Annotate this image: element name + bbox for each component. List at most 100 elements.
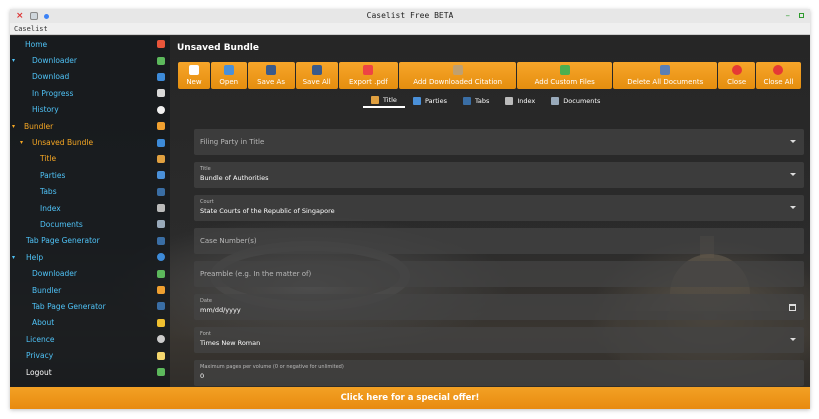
sidebar-item-label: Bundler bbox=[32, 285, 62, 295]
sidebar-item-privacy[interactable]: Privacy bbox=[10, 347, 170, 363]
toolbar-button-label: Close bbox=[727, 78, 747, 86]
documents-icon bbox=[157, 220, 165, 229]
sidebar-item-history[interactable]: History bbox=[10, 102, 170, 118]
index-icon bbox=[505, 97, 514, 105]
warning-icon bbox=[157, 318, 165, 327]
maximize-icon[interactable] bbox=[799, 13, 804, 18]
case-numbers-input[interactable]: Case Number(s) bbox=[194, 228, 804, 254]
sidebar-item-label: In Progress bbox=[32, 88, 74, 98]
sidebar-item-bundler[interactable]: Bundler bbox=[10, 282, 170, 298]
sidebar-item-logout[interactable]: Logout bbox=[10, 364, 170, 380]
logout-icon bbox=[157, 368, 165, 376]
app-window: × Caselist Free BETA – Caselist Home ▾ Dow… bbox=[10, 9, 810, 409]
sidebar-item-about[interactable]: About bbox=[10, 315, 170, 331]
date-value: mm/dd/yyyy bbox=[200, 306, 241, 314]
privacy-icon bbox=[157, 351, 165, 360]
toolbar-button-label: Save All bbox=[302, 78, 331, 86]
chevron-down-icon[interactable] bbox=[790, 140, 796, 143]
tab-title[interactable]: Title bbox=[363, 94, 405, 108]
sidebar-item-documents[interactable]: Documents bbox=[10, 216, 170, 232]
tab-tabs[interactable]: Tabs bbox=[455, 94, 497, 108]
sidebar-item-label: Logout bbox=[26, 367, 52, 377]
export-pdf-button[interactable]: Export .pdf bbox=[338, 62, 398, 89]
licence-icon bbox=[157, 335, 165, 344]
sidebar-item-in-progress[interactable]: In Progress bbox=[10, 85, 170, 101]
save-as-button[interactable]: Save As bbox=[247, 62, 295, 89]
chevron-down-icon[interactable] bbox=[790, 173, 796, 176]
sidebar-item-home[interactable]: Home bbox=[10, 36, 170, 52]
sidebar-item-label: Index bbox=[40, 203, 61, 213]
sidebar-item-parties[interactable]: Parties bbox=[10, 167, 170, 183]
close-circle-icon bbox=[731, 65, 742, 75]
bundle-icon bbox=[157, 122, 165, 131]
tab-label: Parties bbox=[424, 97, 447, 105]
chevron-down-icon[interactable] bbox=[790, 338, 796, 341]
add-files-icon bbox=[559, 65, 570, 75]
title-select[interactable]: Title Bundle of Authorities bbox=[194, 162, 804, 188]
sidebar-item-downloader[interactable]: Downloader bbox=[10, 265, 170, 281]
menu-caselist[interactable]: Caselist bbox=[10, 23, 810, 35]
calendar-icon[interactable] bbox=[789, 304, 796, 311]
filing-party-select[interactable]: Filing Party in Title bbox=[194, 129, 804, 155]
tab-label: Index bbox=[517, 97, 536, 105]
delete-all-documents-button[interactable]: Delete All Documents bbox=[613, 62, 718, 89]
sidebar-item-label: Documents bbox=[40, 219, 83, 229]
font-select[interactable]: Font Times New Roman bbox=[194, 327, 804, 353]
sidebar-item-licence[interactable]: Licence bbox=[10, 331, 170, 347]
expand-arrow-icon[interactable]: ▾ bbox=[12, 254, 15, 261]
expand-arrow-icon[interactable]: ▾ bbox=[12, 123, 15, 130]
new-button[interactable]: New bbox=[178, 62, 210, 89]
special-offer-label: Click here for a special offer! bbox=[340, 393, 480, 403]
sidebar-item-title[interactable]: Title bbox=[10, 151, 170, 167]
add-custom-files-button[interactable]: Add Custom Files bbox=[517, 62, 613, 89]
expand-arrow-icon[interactable]: ▾ bbox=[12, 57, 15, 64]
minimize-icon[interactable]: – bbox=[786, 9, 791, 23]
chevron-down-icon[interactable] bbox=[790, 206, 796, 209]
tab-index[interactable]: Index bbox=[497, 94, 543, 108]
open-button[interactable]: Open bbox=[210, 62, 247, 89]
max-pages-input[interactable]: Maximum pages per volume (0 or negative … bbox=[194, 360, 804, 386]
sidebar-item-label: Tab Page Generator bbox=[26, 236, 100, 246]
case-numbers-placeholder: Case Number(s) bbox=[200, 237, 257, 245]
preamble-input[interactable]: Preamble (e.g. In the matter of) bbox=[194, 261, 804, 287]
date-input[interactable]: Date mm/dd/yyyy bbox=[194, 294, 804, 320]
index-icon bbox=[157, 204, 165, 213]
open-folder-icon bbox=[223, 65, 234, 75]
sidebar-item-label: Download bbox=[32, 72, 70, 82]
sidebar-item-download[interactable]: Download bbox=[10, 69, 170, 85]
save-all-button[interactable]: Save All bbox=[295, 62, 338, 89]
tab-label: Tabs bbox=[474, 97, 490, 105]
sidebar-item-label: Tab Page Generator bbox=[32, 301, 106, 311]
special-offer-button[interactable]: Click here for a special offer! bbox=[10, 387, 810, 409]
title-value: Bundle of Authorities bbox=[200, 174, 269, 182]
sidebar-item-index[interactable]: Index bbox=[10, 200, 170, 216]
title-bar: × Caselist Free BETA – bbox=[10, 9, 810, 23]
tab-label: Title bbox=[383, 96, 397, 104]
sidebar-item-unsaved-bundle[interactable]: ▾ Unsaved Bundle bbox=[10, 134, 170, 150]
filing-party-placeholder: Filing Party in Title bbox=[200, 138, 265, 146]
sidebar-item-bundler[interactable]: ▾ Bundler bbox=[10, 118, 170, 134]
scrollbar[interactable] bbox=[803, 91, 810, 387]
help-icon bbox=[157, 253, 165, 262]
add-downloaded-citation-button[interactable]: Add Downloaded Citation bbox=[398, 62, 517, 89]
font-label: Font bbox=[200, 331, 211, 337]
citation-icon bbox=[452, 65, 463, 75]
tab-generator-icon bbox=[157, 302, 165, 311]
expand-arrow-icon[interactable]: ▾ bbox=[20, 139, 23, 146]
max-pages-value: 0 bbox=[200, 372, 205, 380]
tab-parties[interactable]: Parties bbox=[405, 94, 455, 108]
sidebar-item-tab-page-generator[interactable]: Tab Page Generator bbox=[10, 233, 170, 249]
sidebar-item-tab-page-generator[interactable]: Tab Page Generator bbox=[10, 298, 170, 314]
close-button[interactable]: Close bbox=[718, 62, 755, 89]
sidebar-item-label: Help bbox=[26, 252, 44, 262]
sidebar-item-tabs[interactable]: Tabs bbox=[10, 184, 170, 200]
app-body: Home ▾ Downloader Download In Progress Histor… bbox=[10, 36, 810, 409]
home-icon bbox=[157, 40, 165, 49]
court-select[interactable]: Court State Courts of the Republic of Si… bbox=[194, 195, 804, 221]
sidebar-item-downloader[interactable]: ▾ Downloader bbox=[10, 52, 170, 68]
parties-icon bbox=[157, 171, 165, 180]
title-icon bbox=[371, 96, 379, 104]
sidebar-item-help[interactable]: ▾ Help bbox=[10, 249, 170, 265]
tab-documents[interactable]: Documents bbox=[543, 94, 608, 108]
close-all-button[interactable]: Close All bbox=[755, 62, 801, 89]
